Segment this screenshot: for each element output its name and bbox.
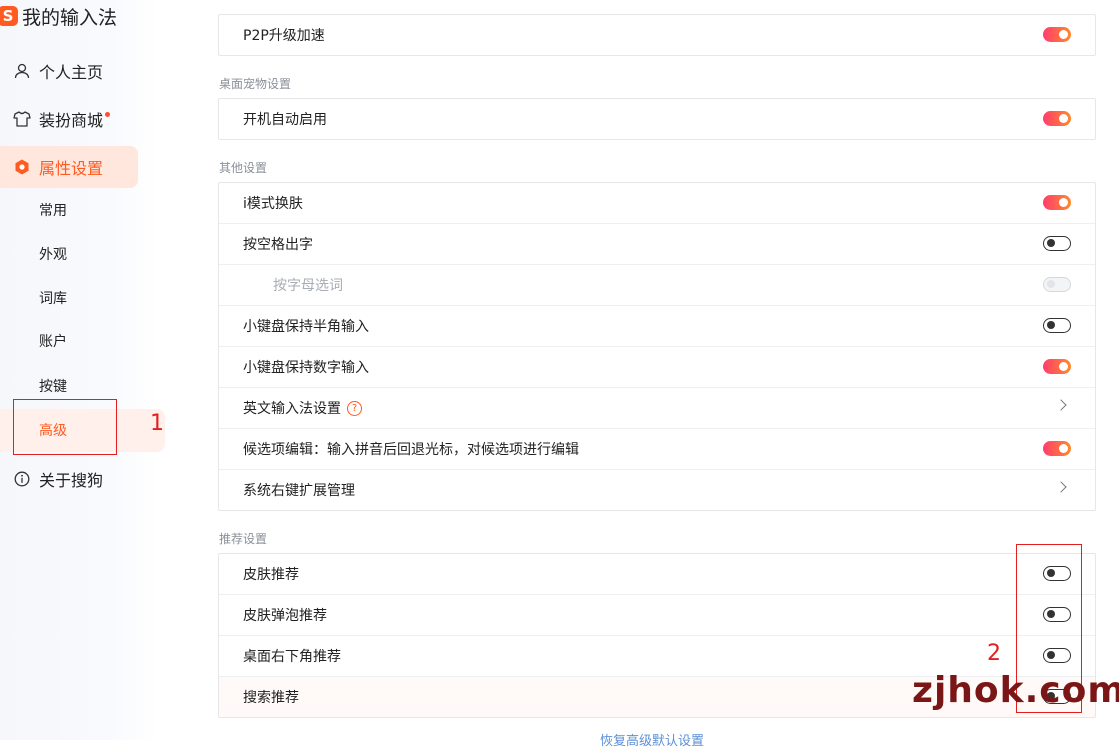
sogou-logo-icon: S <box>0 6 18 26</box>
subnav-keys[interactable]: 按键 <box>39 377 67 397</box>
annotation-box-1 <box>13 399 117 455</box>
sidebar-item-label: 个人主页 <box>39 63 104 82</box>
card-p2p: P2P升级加速 <box>218 14 1096 56</box>
annotation-number-1: 1 <box>150 411 164 436</box>
annotation-number-2: 2 <box>987 641 1001 666</box>
sidebar-item-label: 装扮商城 <box>39 111 104 130</box>
setting-label: 皮肤弹泡推荐 <box>243 608 327 624</box>
sidebar: S 我的输入法 个人主页 装扮商城 属性设置 常用 外观 词库 账户 按键 高级… <box>0 0 165 740</box>
letter-select-toggle <box>1043 277 1071 292</box>
user-icon <box>13 62 31 80</box>
setting-label: 小键盘保持半角输入 <box>243 319 369 335</box>
setting-row-numpad-halfwidth: 小键盘保持半角输入 <box>219 306 1095 347</box>
sidebar-item-settings[interactable]: 属性设置 <box>0 146 138 188</box>
chevron-right-icon <box>1055 481 1067 493</box>
sidebar-item-about[interactable]: 关于搜狗 <box>13 467 103 491</box>
help-icon[interactable]: ? <box>347 400 362 416</box>
settings-hex-icon <box>13 158 31 176</box>
setting-row-context-menu[interactable]: 系统右键扩展管理 <box>219 470 1095 510</box>
setting-label: 按字母选词 <box>273 278 343 294</box>
setting-row-i-mode-skin: i模式换肤 <box>219 183 1095 224</box>
section-title-desktop-pet: 桌面宠物设置 <box>219 77 292 91</box>
sidebar-item-profile[interactable]: 个人主页 <box>13 59 103 83</box>
setting-label: 英文输入法设置 <box>243 401 341 417</box>
setting-row-autostart: 开机自动启用 <box>219 99 1095 139</box>
setting-label: 搜索推荐 <box>243 690 299 706</box>
chevron-right-icon <box>1055 399 1067 411</box>
card-other: i模式换肤 按空格出字 按字母选词 小键盘保持半角输入 小键盘保持数字输入 英文… <box>218 182 1096 511</box>
numpad-halfwidth-toggle[interactable] <box>1043 318 1071 333</box>
autostart-toggle[interactable] <box>1043 111 1071 126</box>
section-title-other: 其他设置 <box>219 161 268 175</box>
watermark: zjhok.com <box>912 670 1119 711</box>
shirt-icon <box>13 110 31 128</box>
section-title-recommend: 推荐设置 <box>219 532 268 546</box>
sidebar-item-shop[interactable]: 装扮商城 <box>13 107 111 131</box>
setting-label: 候选项编辑：输入拼音后回退光标，对候选项进行编辑 <box>243 442 579 458</box>
subnav-dictionary[interactable]: 词库 <box>39 289 67 309</box>
setting-label: 皮肤推荐 <box>243 567 299 583</box>
numpad-digits-toggle[interactable] <box>1043 359 1071 374</box>
setting-label: P2P升级加速 <box>243 28 325 44</box>
i-mode-skin-toggle[interactable] <box>1043 195 1071 210</box>
subnav-common[interactable]: 常用 <box>39 201 67 221</box>
candidate-edit-toggle[interactable] <box>1043 441 1071 456</box>
setting-row-english-ime[interactable]: 英文输入法设置 ? <box>219 388 1095 429</box>
notification-dot <box>105 111 111 117</box>
subnav-account[interactable]: 账户 <box>39 332 67 352</box>
p2p-toggle[interactable] <box>1043 27 1071 42</box>
setting-label: 开机自动启用 <box>243 112 327 128</box>
setting-label: 桌面右下角推荐 <box>243 649 341 665</box>
card-desktop-pet: 开机自动启用 <box>218 98 1096 140</box>
setting-row-space-commit: 按空格出字 <box>219 224 1095 265</box>
space-commit-toggle[interactable] <box>1043 236 1071 251</box>
sidebar-item-label: 关于搜狗 <box>39 471 104 490</box>
setting-row-letter-select: 按字母选词 <box>219 265 1095 306</box>
setting-label: 按空格出字 <box>243 237 313 253</box>
setting-row-numpad-digits: 小键盘保持数字输入 <box>219 347 1095 388</box>
setting-label: 小键盘保持数字输入 <box>243 360 369 376</box>
app-header: S 我的输入法 <box>0 2 117 30</box>
subnav-appearance[interactable]: 外观 <box>39 245 67 265</box>
app-title: 我的输入法 <box>22 6 118 29</box>
setting-row-candidate-edit: 候选项编辑：输入拼音后回退光标，对候选项进行编辑 <box>219 429 1095 470</box>
setting-row-skin-bubble: 皮肤弹泡推荐 <box>219 595 1095 636</box>
info-icon <box>13 470 31 488</box>
setting-row-skin-recommend: 皮肤推荐 <box>219 554 1095 595</box>
sidebar-item-label: 属性设置 <box>39 159 104 178</box>
setting-row-p2p: P2P升级加速 <box>219 15 1095 55</box>
setting-label: i模式换肤 <box>243 196 303 212</box>
setting-label: 系统右键扩展管理 <box>243 483 355 499</box>
